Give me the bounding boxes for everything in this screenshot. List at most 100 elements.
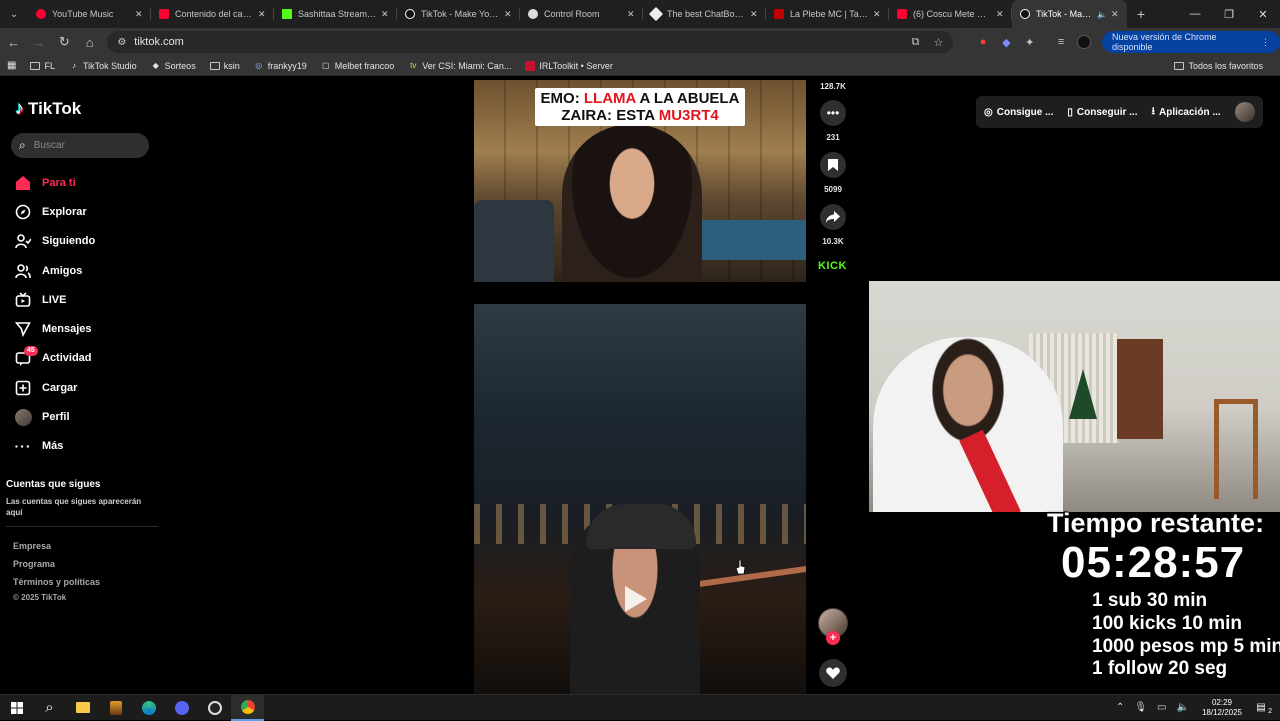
close-icon[interactable]: ✕: [381, 9, 391, 20]
share-button[interactable]: [820, 204, 846, 230]
sidebar-item-siguiendo[interactable]: Siguiendo: [14, 227, 95, 256]
browser-tab[interactable]: Contenido del canal - ✕: [151, 0, 274, 28]
save-button[interactable]: [820, 152, 846, 178]
obs-button[interactable]: [198, 695, 231, 721]
bookmark-star-icon[interactable]: ☆: [934, 36, 944, 49]
back-button[interactable]: ←: [2, 30, 25, 54]
close-icon[interactable]: ✕: [135, 9, 145, 20]
chrome-update-button[interactable]: Nueva versión de Chrome disponible ⋮: [1102, 31, 1280, 53]
browser-tab[interactable]: The best ChatBot and ✕: [643, 0, 766, 28]
footer-link-programa[interactable]: Programa: [13, 559, 55, 569]
like-button[interactable]: [819, 659, 847, 687]
bookmark-item[interactable]: FL: [23, 61, 62, 71]
site-info-icon[interactable]: ⚙: [117, 37, 126, 48]
get-coins-button[interactable]: ◎ Consigue ...: [984, 107, 1053, 118]
forward-button[interactable]: →: [27, 30, 50, 54]
download-app-button[interactable]: ⭳ Aplicación ...: [1151, 104, 1220, 121]
app-icon: [109, 700, 122, 715]
comment-count: 231: [826, 133, 840, 142]
bookmark-item[interactable]: tv Ver CSI: Miami: Can...: [401, 61, 518, 71]
close-window-icon[interactable]: ✕: [1246, 8, 1280, 21]
extension-shield-icon[interactable]: ◆: [995, 31, 1018, 53]
sidebar-item-perfil[interactable]: Perfil: [14, 402, 95, 431]
reading-list-icon[interactable]: ≡: [1049, 31, 1072, 53]
apps-button[interactable]: ▦: [0, 60, 23, 71]
chrome-button[interactable]: [231, 694, 264, 721]
get-app-button[interactable]: ▯ Conseguir ...: [1067, 107, 1137, 118]
sidebar-item-amigos[interactable]: Amigos: [14, 256, 95, 285]
sidebar-item-explorar[interactable]: Explorar: [14, 197, 95, 226]
browser-tab[interactable]: Sashittaa Stream - W ✕: [274, 0, 397, 28]
bookmark-item[interactable]: IRLToolkit • Server: [518, 60, 620, 71]
tiktok-icon: ♪: [71, 61, 76, 70]
bookmark-item[interactable]: ◎ frankyy19: [247, 61, 314, 71]
sidebar-item-mas[interactable]: ··· Más: [14, 432, 95, 461]
close-icon[interactable]: ✕: [750, 9, 760, 20]
start-button[interactable]: [0, 695, 33, 721]
browser-tab-active[interactable]: TikTok - Make You🔈✕: [1012, 0, 1127, 28]
extension-red-icon[interactable]: ●: [971, 31, 994, 53]
comment-button[interactable]: •••: [820, 100, 846, 126]
search-button[interactable]: ⌕: [33, 695, 66, 721]
close-icon[interactable]: ✕: [873, 9, 883, 20]
tiktok-logo[interactable]: ♪ TikTok: [15, 98, 81, 119]
profile-avatar-icon[interactable]: [1073, 31, 1096, 53]
user-avatar[interactable]: [1234, 102, 1255, 122]
timer-rule: 1000 pesos mp 5 min: [1092, 636, 1280, 657]
video-player-1[interactable]: EMO: LLAMA A LA ABUELA ZAIRA: ESTA MU3RT…: [474, 80, 806, 282]
bookmark-item[interactable]: ◆ Sorteos: [144, 61, 203, 71]
microphone-icon[interactable]: 🎙: [1134, 702, 1147, 713]
browser-tab[interactable]: TikTok - Make Your D ✕: [397, 0, 520, 28]
reload-button[interactable]: ↻: [53, 30, 76, 54]
chevron-up-icon[interactable]: ⌃: [1116, 702, 1124, 713]
sidebar-item-live[interactable]: LIVE: [14, 285, 95, 314]
cast-icon[interactable]: ⧉: [912, 36, 920, 49]
timer-rule: 100 kicks 10 min: [1092, 613, 1242, 634]
minimize-icon[interactable]: —: [1178, 8, 1212, 21]
restore-icon[interactable]: ❐: [1212, 8, 1246, 21]
browser-tab[interactable]: La Plebe MC | Tablero✕: [766, 0, 889, 28]
discord-button[interactable]: [165, 695, 198, 721]
tiktok-icon: [405, 9, 415, 19]
search-input[interactable]: [33, 140, 134, 151]
play-icon[interactable]: [625, 586, 647, 612]
network-icon[interactable]: ▭: [1157, 702, 1166, 713]
close-icon[interactable]: ✕: [1111, 9, 1121, 20]
close-icon[interactable]: ✕: [627, 9, 637, 20]
follow-button[interactable]: +: [826, 631, 840, 645]
close-icon[interactable]: ✕: [504, 9, 514, 20]
sidebar-item-para-ti[interactable]: Para ti: [14, 168, 95, 197]
notification-center-button[interactable]: ▤ 2: [1250, 702, 1272, 715]
footer-link-terminos[interactable]: Términos y políticas: [13, 577, 100, 587]
video-player-2[interactable]: [474, 304, 806, 694]
extensions-puzzle-icon[interactable]: ✦: [1018, 31, 1041, 53]
bookmark-item[interactable]: ▢ Melbet francoo: [314, 61, 402, 71]
edge-button[interactable]: [132, 695, 165, 721]
close-icon[interactable]: ✕: [996, 9, 1006, 20]
kebab-menu-icon: ⋮: [1261, 36, 1271, 47]
bookmark-item[interactable]: ♪ TikTok Studio: [62, 61, 144, 71]
file-explorer-button[interactable]: [66, 695, 99, 721]
volume-icon[interactable]: 🔈: [1177, 702, 1189, 713]
home-button[interactable]: ⌂: [78, 30, 101, 54]
search-box[interactable]: ⌕: [11, 133, 149, 158]
browser-tab[interactable]: (6) Coscu Mete Un B ✕: [889, 0, 1012, 28]
timer-rule: 1 follow 20 seg: [1092, 658, 1228, 679]
tab-search-button[interactable]: ⌄: [0, 0, 28, 28]
clock[interactable]: 02:29 18/12/2025: [1202, 698, 1242, 718]
browser-tab[interactable]: YouTube Music ✕: [28, 0, 151, 28]
browser-tab[interactable]: Control Room ✕: [520, 0, 643, 28]
bookmark-item[interactable]: ksin: [203, 61, 247, 71]
streamer: [873, 337, 1063, 512]
new-tab-button[interactable]: +: [1127, 6, 1155, 22]
app-button[interactable]: [99, 695, 132, 721]
sidebar-item-actividad[interactable]: 45 Actividad: [14, 344, 95, 373]
all-bookmarks-button[interactable]: Todos los favoritos: [1167, 61, 1270, 71]
sidebar-item-cargar[interactable]: Cargar: [14, 373, 95, 402]
close-icon[interactable]: ✕: [258, 9, 268, 20]
sidebar-item-mensajes[interactable]: Mensajes: [14, 314, 95, 343]
address-bar[interactable]: ⚙ tiktok.com ⧉ ☆: [107, 31, 954, 53]
speaker-icon[interactable]: 🔈: [1097, 10, 1107, 19]
footer-link-empresa[interactable]: Empresa: [13, 541, 51, 551]
swirl-icon: ◎: [255, 61, 263, 70]
